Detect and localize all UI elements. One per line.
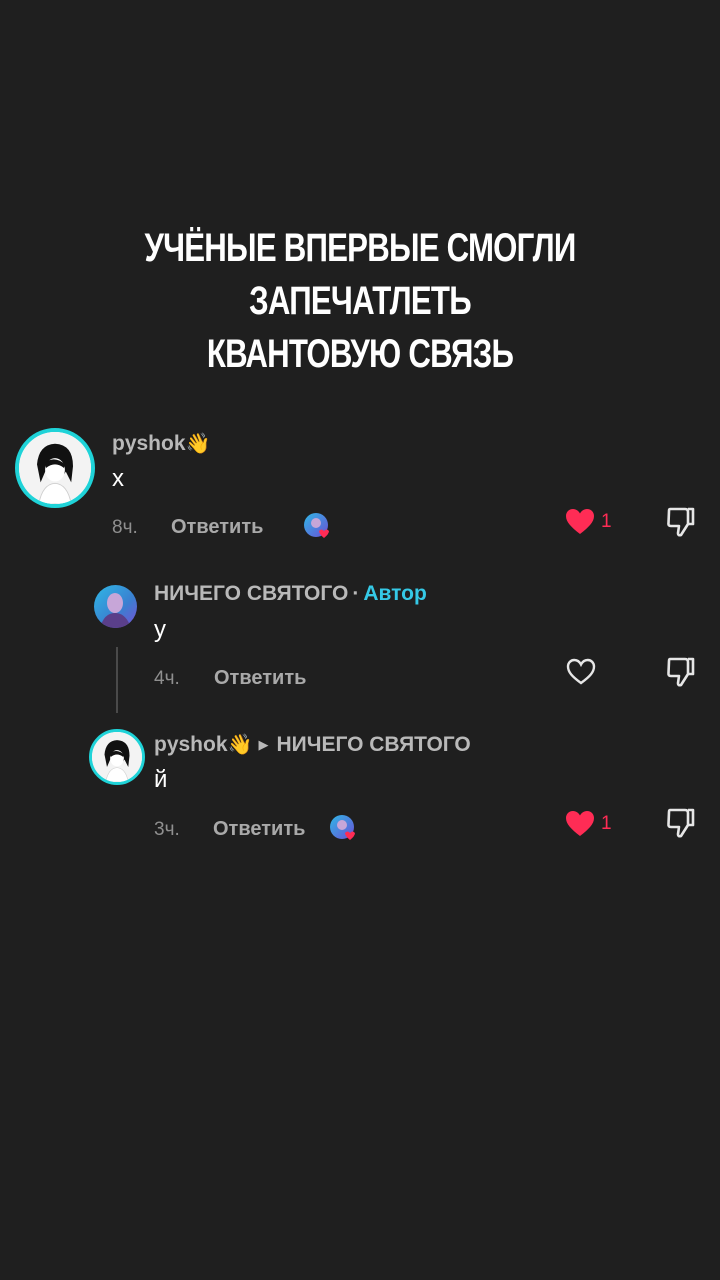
comment-text: у bbox=[154, 616, 166, 643]
like-count: 1 bbox=[601, 812, 612, 834]
waving-hand-emoji: 👋 bbox=[227, 734, 253, 756]
comment-username[interactable]: pyshok👋 bbox=[112, 431, 210, 456]
reply-to-username[interactable]: НИЧЕГО СВЯТОГО bbox=[276, 733, 470, 756]
comment-time: 8ч. bbox=[112, 517, 138, 538]
reply-button[interactable]: Ответить bbox=[213, 818, 305, 841]
waving-hand-emoji: 👋 bbox=[185, 433, 211, 455]
author-badge: Автор bbox=[363, 582, 427, 605]
comment-time: 4ч. bbox=[154, 668, 180, 689]
avatar[interactable] bbox=[89, 729, 145, 785]
dislike-button[interactable] bbox=[666, 807, 696, 839]
author-heart-avatar-icon bbox=[303, 512, 331, 540]
comment-text: й bbox=[154, 766, 168, 793]
heart-filled-icon bbox=[566, 509, 594, 534]
headline-line-1: УЧЁНЫЕ ВПЕРВЫЕ СМОГЛИ bbox=[144, 226, 576, 270]
like-count: 1 bbox=[601, 510, 612, 532]
comment-username[interactable]: pyshok👋 ▶ НИЧЕГО СВЯТОГО bbox=[154, 732, 471, 757]
video-caption-headline: УЧЁНЫЕ ВПЕРВЫЕ СМОГЛИ ЗАПЕЧАТЛЕТЬ КВАНТО… bbox=[79, 222, 641, 381]
dislike-button[interactable] bbox=[666, 656, 696, 688]
like-button[interactable] bbox=[566, 658, 596, 685]
avatar[interactable] bbox=[15, 428, 95, 508]
heart-filled-icon bbox=[566, 811, 594, 836]
like-button[interactable]: 1 bbox=[565, 810, 612, 837]
comment-username[interactable]: НИЧЕГО СВЯТОГО · Автор bbox=[154, 582, 427, 606]
thumbs-down-icon bbox=[667, 507, 695, 537]
comment-text: х bbox=[112, 465, 124, 492]
thumbs-down-icon bbox=[667, 808, 695, 838]
headline-line-3: КВАНТОВУЮ СВЯЗЬ bbox=[206, 332, 514, 376]
thumbs-down-icon bbox=[667, 657, 695, 687]
comment-time: 3ч. bbox=[154, 819, 180, 840]
reply-button[interactable]: Ответить bbox=[214, 667, 306, 690]
like-button[interactable]: 1 bbox=[565, 508, 612, 535]
dislike-button[interactable] bbox=[666, 506, 696, 538]
heart-outline-icon bbox=[566, 658, 596, 685]
author-heart-avatar-icon bbox=[329, 814, 357, 842]
headline-line-2: ЗАПЕЧАТЛЕТЬ bbox=[249, 279, 471, 323]
thread-line bbox=[116, 647, 118, 713]
reply-button[interactable]: Ответить bbox=[171, 516, 263, 539]
reply-arrow-icon: ▶ bbox=[258, 737, 269, 752]
avatar[interactable] bbox=[94, 585, 137, 628]
